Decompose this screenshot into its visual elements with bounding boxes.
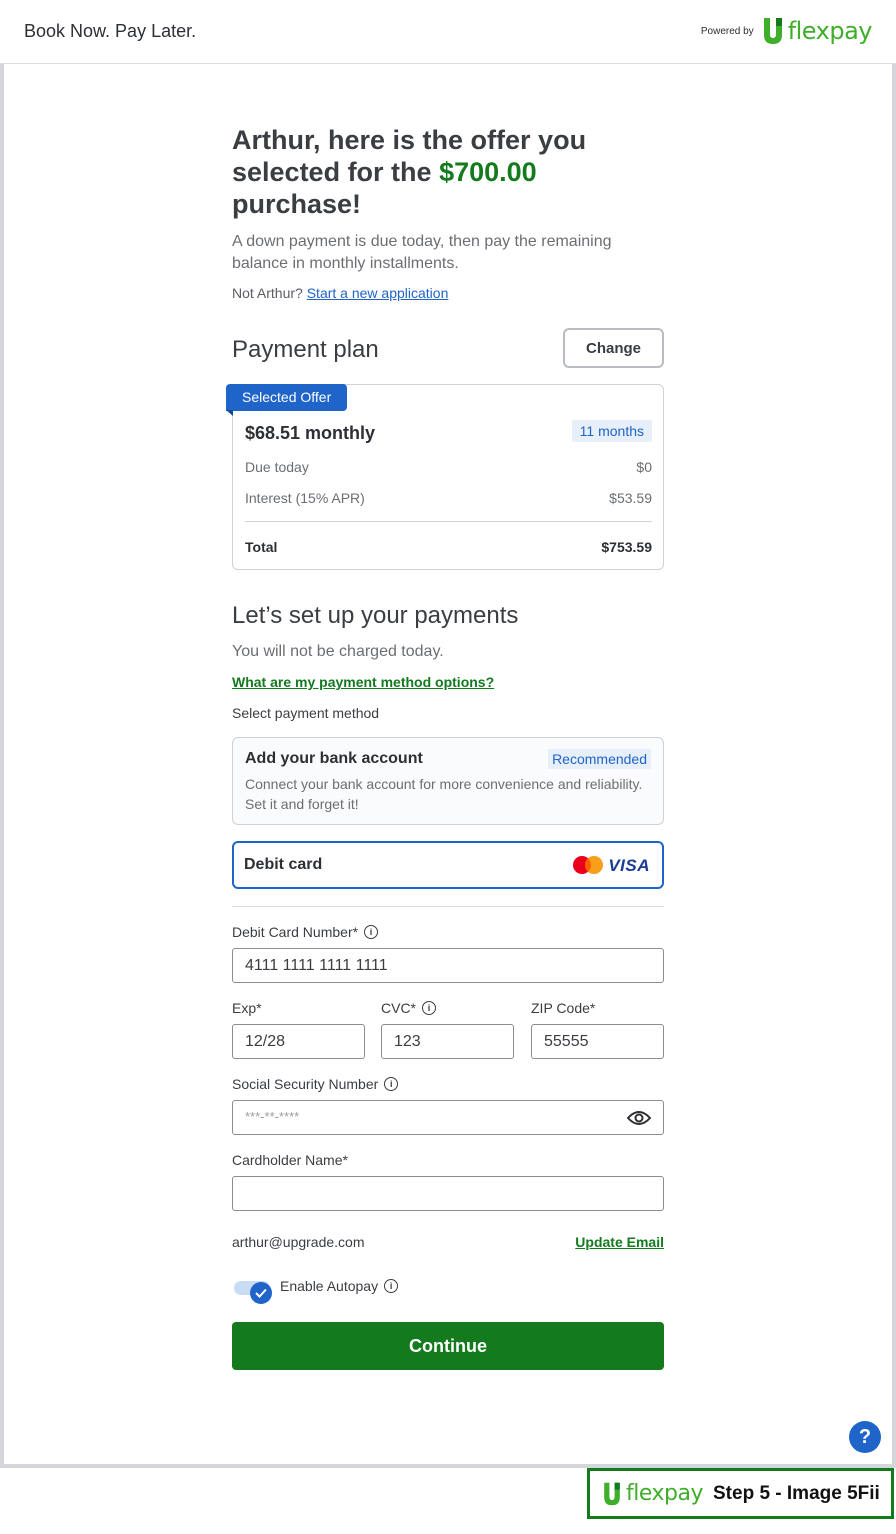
selected-offer-tag: Selected Offer (226, 384, 348, 411)
continue-button[interactable]: Continue (232, 1322, 664, 1370)
powered-by: Powered by flexpay (700, 16, 873, 46)
section-divider (232, 906, 664, 907)
payment-plan-title: Payment plan (232, 336, 379, 363)
not-charged-text: You will not be charged today. (232, 643, 444, 660)
step-badge: flexpay Step 5 - Image 5Fii (587, 1468, 894, 1519)
zip-input[interactable]: 55555 (531, 1024, 664, 1059)
due-today-label: Due today (245, 459, 309, 475)
bank-account-option[interactable]: Add your bank account Recommended Connec… (232, 737, 664, 825)
interest-row: Interest (15% APR) $53.59 (245, 490, 652, 506)
email-row: arthur@upgrade.com Update Email (232, 1234, 664, 1250)
interest-label: Interest (15% APR) (245, 490, 365, 506)
page-title: Arthur, here is the offer you selected f… (232, 124, 664, 220)
offer-tag-notch (226, 410, 233, 416)
card-number-label-text: Debit Card Number* (232, 924, 359, 940)
exp-input[interactable]: 12/28 (232, 1024, 365, 1059)
change-plan-button[interactable]: Change (563, 328, 664, 368)
cvc-label: CVC* i (381, 1000, 437, 1016)
cvc-input[interactable]: 123 (381, 1024, 514, 1059)
main-content: Arthur, here is the offer you selected f… (226, 124, 664, 1370)
select-payment-method-label: Select payment method (232, 705, 380, 721)
autopay-label-text: Enable Autopay (280, 1278, 379, 1294)
checkmark-icon (250, 1282, 272, 1304)
cardholder-name-label: Cardholder Name* (232, 1152, 348, 1168)
top-bar: Book Now. Pay Later. Powered by flexpay (0, 0, 896, 64)
help-icon[interactable]: ? (849, 1421, 881, 1453)
info-icon[interactable]: i (384, 1077, 399, 1091)
not-user-text: Not Arthur? (232, 285, 303, 301)
payment-plan-header: Payment plan Change (232, 328, 664, 368)
card-number-label: Debit Card Number* i (232, 924, 379, 940)
cardholder-name-label-text: Cardholder Name* (232, 1152, 348, 1168)
ssn-input[interactable]: ***-**-**** (232, 1100, 664, 1135)
autopay-row: Enable Autopay i (232, 1276, 532, 1304)
flexpay-logo-text: flexpay (626, 1481, 704, 1506)
ssn-placeholder: ***-**-**** (245, 1109, 300, 1124)
intro-subtext: A down payment is due today, then pay th… (232, 233, 612, 272)
info-icon[interactable]: i (422, 1001, 437, 1015)
exp-label-text: Exp* (232, 1000, 262, 1016)
visa-icon: VISA (608, 856, 650, 875)
debit-card-option[interactable]: Debit card VISA (232, 841, 664, 889)
total-label: Total (245, 539, 278, 555)
term-badge: 11 months (571, 420, 652, 442)
due-today-value: $0 (636, 459, 652, 475)
ssn-label: Social Security Number i (232, 1076, 399, 1092)
info-icon[interactable]: i (364, 925, 379, 939)
total-row: Total $753.59 (245, 539, 652, 555)
flexpay-logo-text: flexpay (787, 17, 873, 45)
site-title: Book Now. Pay Later. (24, 21, 197, 41)
due-today-row: Due today $0 (245, 459, 652, 475)
flexpay-logo-icon (604, 1482, 620, 1505)
setup-payments-title: Let’s set up your payments (232, 602, 519, 629)
offer-divider (245, 521, 652, 522)
bank-account-title: Add your bank account (245, 750, 423, 767)
recommended-badge: Recommended (548, 749, 651, 769)
autopay-label: Enable Autopay i (280, 1278, 399, 1294)
debit-card-label: Debit card (244, 856, 323, 873)
autopay-toggle[interactable] (234, 1281, 272, 1304)
mastercard-icon (573, 856, 603, 874)
monthly-payment: $68.51 monthly (245, 423, 376, 443)
new-application-link[interactable]: Start a new application (307, 285, 449, 301)
ssn-label-text: Social Security Number (232, 1076, 379, 1092)
show-ssn-eye-icon[interactable] (627, 1109, 651, 1127)
powered-by-label: Powered by (700, 25, 754, 37)
purchase-amount: $700.00 (439, 157, 537, 187)
headline-text-end: purchase! (232, 189, 362, 219)
zip-label: ZIP Code* (531, 1000, 595, 1016)
cvc-label-text: CVC* (381, 1000, 417, 1016)
flexpay-logo-icon (763, 18, 782, 44)
interest-value: $53.59 (609, 490, 652, 506)
step-label: Step 5 - Image 5Fii (713, 1482, 880, 1504)
card-number-input[interactable]: 4111 1111 1111 1111 (232, 948, 664, 983)
update-email-link[interactable]: Update Email (575, 1234, 664, 1250)
flexpay-logo: flexpay (762, 16, 873, 46)
info-icon[interactable]: i (384, 1279, 399, 1293)
total-value: $753.59 (601, 539, 652, 555)
bank-account-description: Connect your bank account for more conve… (245, 776, 643, 812)
not-user-line: Not Arthur? Start a new application (232, 285, 664, 301)
zip-label-text: ZIP Code* (531, 1000, 596, 1016)
exp-label: Exp* (232, 1000, 262, 1016)
payment-options-link[interactable]: What are my payment method options? (232, 674, 494, 690)
selected-offer-card: Selected Offer $68.51 monthly 11 months … (226, 384, 664, 570)
email-address: arthur@upgrade.com (232, 1234, 365, 1250)
cardholder-name-input[interactable] (232, 1176, 664, 1211)
